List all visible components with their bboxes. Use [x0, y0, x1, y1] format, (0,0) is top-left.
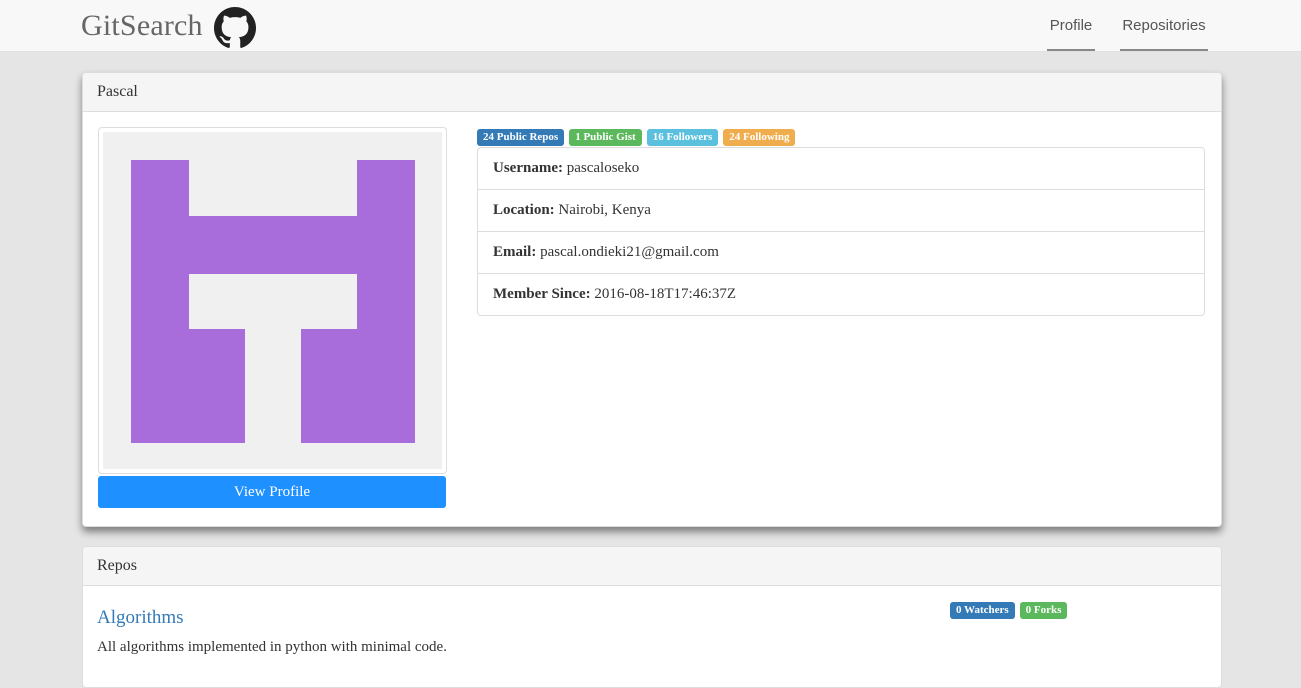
repo-stats-badges: 0 Watchers 0 Forks — [950, 602, 1068, 620]
user-panel: Pascal View Profile 24 Public Repos 1 Pu… — [82, 72, 1222, 527]
github-icon — [214, 7, 256, 48]
forks-badge: 0 Forks — [1019, 602, 1068, 619]
navbar: GitSearch Profile Repositories — [0, 0, 1301, 52]
location-label: Location: — [493, 202, 555, 218]
username-item: Username: pascaloseko — [478, 148, 1204, 190]
public-repos-badge: 24 Public Repos — [477, 129, 565, 146]
email-label: Email: — [493, 244, 537, 260]
nav-repositories-link[interactable]: Repositories — [1120, 0, 1208, 51]
username-value: pascaloseko — [566, 160, 640, 176]
nav-profile-link[interactable]: Profile — [1047, 0, 1095, 51]
brand-title[interactable]: GitSearch — [81, 9, 203, 43]
repos-panel: Repos Algorithms All algorithms implemen… — [82, 546, 1222, 688]
public-gist-badge: 1 Public Gist — [569, 129, 642, 146]
member-since-item: Member Since: 2016-08-18T17:46:37Z — [478, 274, 1204, 315]
view-profile-button[interactable]: View Profile — [98, 476, 446, 508]
profile-info-list: Username: pascaloseko Location: Nairobi,… — [477, 147, 1205, 316]
identicon-shape — [131, 160, 415, 443]
email-item: Email: pascal.ondieki21@gmail.com — [478, 232, 1204, 274]
followers-badge: 16 Followers — [646, 129, 719, 146]
email-value: pascal.ondieki21@gmail.com — [540, 244, 719, 260]
avatar-thumbnail — [98, 127, 447, 474]
member-since-value: 2016-08-18T17:46:37Z — [594, 286, 737, 302]
profile-stats-badges: 24 Public Repos 1 Public Gist 16 Followe… — [477, 129, 796, 147]
location-value: Nairobi, Kenya — [558, 202, 651, 218]
repo-name-link[interactable]: Algorithms — [97, 607, 184, 629]
user-panel-heading: Pascal — [83, 73, 1221, 112]
watchers-badge: 0 Watchers — [950, 602, 1015, 619]
avatar — [103, 132, 442, 469]
location-item: Location: Nairobi, Kenya — [478, 190, 1204, 232]
username-label: Username: — [493, 160, 563, 176]
identicon-image — [131, 160, 415, 443]
repo-description: All algorithms implemented in python wit… — [97, 639, 447, 655]
following-badge: 24 Following — [723, 129, 796, 146]
repos-panel-heading: Repos — [83, 547, 1221, 586]
member-since-label: Member Since: — [493, 286, 591, 302]
